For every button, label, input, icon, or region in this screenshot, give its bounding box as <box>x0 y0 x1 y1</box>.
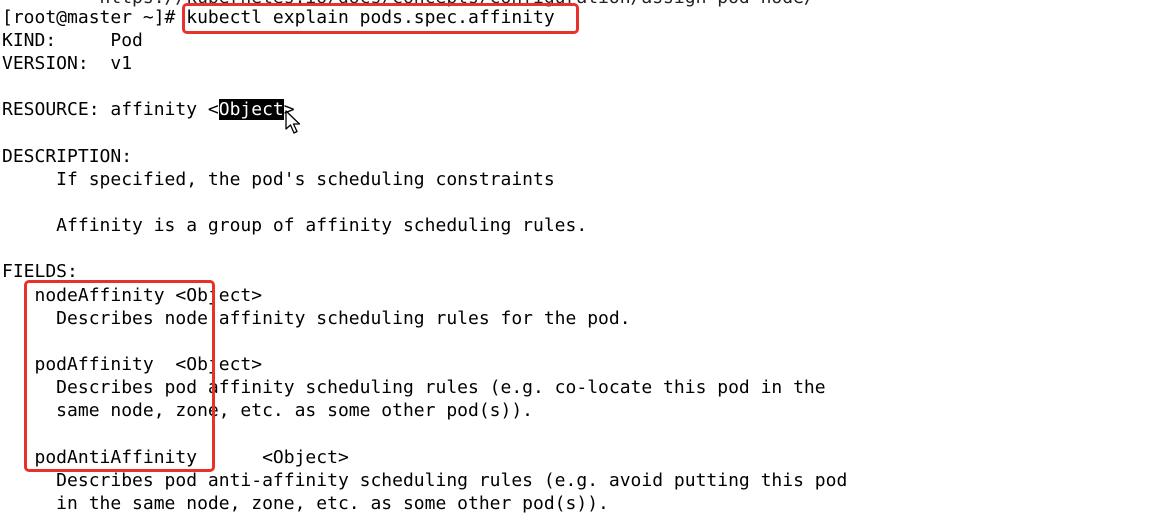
description-line: Affinity is a group of affinity scheduli… <box>2 215 588 236</box>
selected-text[interactable]: Object <box>218 99 284 120</box>
fields-highlight-box <box>24 280 215 472</box>
field-description-line: Describes pod anti-affinity scheduling r… <box>2 470 848 491</box>
command-highlight-box <box>182 3 579 34</box>
kind-line: KIND: Pod <box>2 30 143 51</box>
terminal-window[interactable]: https://kubernetes.io/docs/concepts/conf… <box>0 0 1168 524</box>
description-header: DESCRIPTION: <box>2 146 133 167</box>
description-line: If specified, the pod's scheduling const… <box>2 169 555 190</box>
shell-prompt: [root@master ~]# <box>2 7 187 28</box>
version-line: VERSION: v1 <box>2 53 133 74</box>
resource-line: RESOURCE: affinity <Object> <box>2 98 295 121</box>
resource-prefix: RESOURCE: affinity < <box>2 99 219 120</box>
field-description-line: in the same node, zone, etc. as some oth… <box>2 493 609 514</box>
mouse-pointer-icon <box>285 110 301 134</box>
